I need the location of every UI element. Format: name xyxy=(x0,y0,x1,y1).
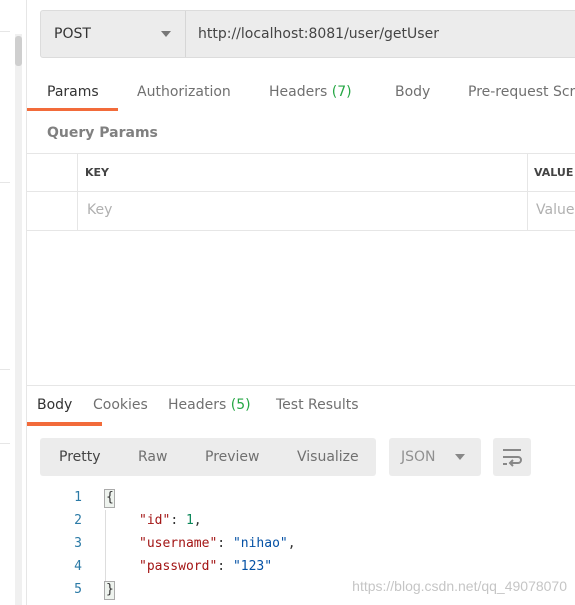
wrap-lines-icon xyxy=(503,449,522,467)
line-number: 5 xyxy=(74,582,82,597)
divider xyxy=(77,153,78,230)
active-tab-indicator xyxy=(27,422,102,426)
tab-label: Headers xyxy=(168,397,227,413)
wrap-lines-button[interactable] xyxy=(493,438,531,476)
tab-label: Headers xyxy=(269,84,328,100)
response-tab-test-results[interactable]: Test Results xyxy=(276,397,359,413)
view-preview[interactable]: Preview xyxy=(205,449,260,465)
tab-body[interactable]: Body xyxy=(395,84,430,100)
punct: , xyxy=(287,536,296,551)
response-divider xyxy=(27,385,575,386)
scrollbar-thumb[interactable] xyxy=(15,36,22,66)
format-label: JSON xyxy=(401,449,436,465)
watermark: https://blog.csdn.net/qq_49078070 xyxy=(352,578,567,594)
sidebar-scrollbar[interactable] xyxy=(15,34,22,605)
request-bar: POST http://localhost:8081/user/getUser xyxy=(40,10,575,58)
query-params-title: Query Params xyxy=(47,125,158,141)
divider xyxy=(27,153,575,154)
line-number: 1 xyxy=(74,490,82,505)
response-tab-cookies[interactable]: Cookies xyxy=(93,397,148,413)
headers-count: (7) xyxy=(331,84,352,100)
divider xyxy=(27,230,575,231)
response-tab-headers[interactable]: Headers (5) xyxy=(168,397,251,413)
tab-authorization[interactable]: Authorization xyxy=(137,84,231,100)
tab-params[interactable]: Params xyxy=(47,84,99,100)
line-number: 4 xyxy=(74,559,82,574)
divider xyxy=(0,31,10,32)
tab-headers[interactable]: Headers (7) xyxy=(269,84,352,100)
indent-guide xyxy=(105,510,106,590)
json-key: "username" xyxy=(139,536,218,551)
tab-pre-request-script[interactable]: Pre-request Scr xyxy=(468,84,575,100)
chevron-down-icon xyxy=(161,31,171,37)
json-value: 1 xyxy=(185,513,194,528)
divider xyxy=(527,153,528,230)
value-input[interactable]: Value xyxy=(536,202,574,218)
headers-count: (5) xyxy=(230,397,251,413)
format-select[interactable]: JSON xyxy=(389,438,481,476)
close-brace: } xyxy=(104,581,115,600)
view-visualize[interactable]: Visualize xyxy=(297,449,359,465)
json-value: "123" xyxy=(232,559,273,574)
line-number: 3 xyxy=(74,536,82,551)
response-tab-body[interactable]: Body xyxy=(37,397,72,413)
view-pretty[interactable]: Pretty xyxy=(59,449,101,465)
code-line: "password": "123" xyxy=(139,559,273,574)
active-tab-indicator xyxy=(27,108,118,111)
json-key: "password" xyxy=(139,559,218,574)
column-value: VALUE xyxy=(534,166,574,179)
chevron-down-icon xyxy=(455,454,465,460)
open-brace: { xyxy=(104,489,115,508)
json-value: "nihao" xyxy=(232,536,288,551)
method-select[interactable]: POST xyxy=(41,11,186,57)
json-key: "id" xyxy=(139,513,171,528)
divider xyxy=(0,443,10,444)
code-line: "username": "nihao", xyxy=(139,536,296,551)
code-line: "id": 1, xyxy=(139,513,202,528)
view-raw[interactable]: Raw xyxy=(138,449,167,465)
url-input[interactable]: http://localhost:8081/user/getUser xyxy=(186,11,439,57)
column-key: KEY xyxy=(85,166,110,179)
divider xyxy=(0,369,10,370)
divider xyxy=(0,182,10,183)
method-label: POST xyxy=(54,26,91,42)
line-number: 2 xyxy=(74,513,82,528)
punct: , xyxy=(193,513,202,528)
sidebar-pane xyxy=(0,0,27,605)
divider xyxy=(27,191,575,192)
key-input[interactable]: Key xyxy=(87,202,112,218)
